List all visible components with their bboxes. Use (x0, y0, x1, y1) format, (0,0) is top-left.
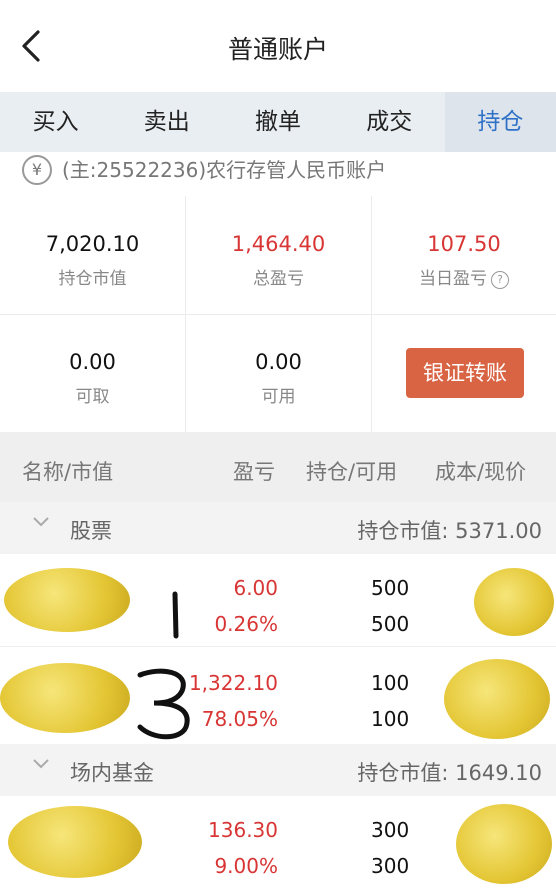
row-position: 300 (371, 818, 410, 842)
column-pl[interactable]: 盈亏 (233, 456, 275, 486)
today-pl-value: 107.50 (427, 232, 501, 256)
row-pl-percent: 78.05% (201, 707, 278, 731)
total-pl-stat: 1,464.40 总盈亏 (186, 232, 371, 289)
positions-table-header: 名称/市值 盈亏 持仓/可用 成本/现价 (0, 432, 556, 502)
market-value-stat: 7,020.10 持仓市值 (0, 232, 185, 289)
row-pl: 136.30 (208, 818, 278, 842)
yen-currency-icon: ¥ (22, 155, 52, 185)
row-position: 100 (371, 671, 410, 695)
tab-sell[interactable]: 卖出 (111, 92, 222, 152)
available-value: 0.00 (255, 350, 302, 374)
available-stat: 0.00 可用 (186, 350, 371, 407)
account-selector[interactable]: ¥ (主:25522236)农行存管人民币账户 (0, 152, 556, 196)
chevron-down-icon (33, 517, 49, 527)
help-icon[interactable]: ? (491, 271, 509, 289)
chevron-down-icon (33, 759, 49, 769)
page-title: 普通账户 (227, 35, 328, 64)
withdrawable-stat: 0.00 可取 (0, 350, 185, 407)
position-row[interactable]: 1,322.10 78.05% 100 100 (0, 647, 556, 743)
row-pl-percent: 0.26% (214, 612, 278, 636)
column-name-value[interactable]: 名称/市值 (22, 456, 113, 486)
position-row[interactable]: 6.00 0.26% 500 500 (0, 554, 556, 646)
withdrawable-value: 0.00 (69, 350, 116, 374)
redacted-cost-price (474, 568, 554, 636)
column-cost-price[interactable]: 成本/现价 (435, 456, 526, 486)
column-position-available[interactable]: 持仓/可用 (306, 456, 397, 486)
row-available: 500 (371, 612, 410, 636)
row-position: 500 (371, 576, 410, 600)
redacted-stock-name (4, 568, 130, 632)
market-value: 7,020.10 (45, 232, 140, 256)
tab-trades[interactable]: 成交 (334, 92, 445, 152)
account-label: (主:25522236)农行存管人民币账户 (62, 158, 387, 182)
group-header-funds[interactable]: 场内基金 持仓市值: 1649.10 (0, 744, 556, 796)
today-pl-stat: 107.50 当日盈亏? (372, 232, 556, 289)
withdrawable-label: 可取 (75, 387, 110, 407)
available-label: 可用 (261, 387, 296, 407)
today-pl-label-wrap: 当日盈亏? (372, 264, 556, 289)
group-name: 场内基金 (70, 761, 154, 785)
total-pl-value: 1,464.40 (231, 232, 326, 256)
redacted-stock-name (0, 663, 130, 733)
position-row[interactable]: 136.30 9.00% 300 300 (0, 796, 556, 890)
total-pl-label: 总盈亏 (253, 269, 304, 289)
top-bar: 普通账户 (0, 0, 556, 92)
group-market-value: 持仓市值: 1649.10 (357, 761, 542, 785)
tab-cancel-order[interactable]: 撤单 (222, 92, 333, 152)
today-pl-label: 当日盈亏 (419, 269, 487, 289)
row-pl-percent: 9.00% (214, 854, 278, 878)
handwritten-mark-1 (172, 591, 179, 639)
row-available: 100 (371, 707, 410, 731)
tab-positions[interactable]: 持仓 (444, 92, 556, 152)
bank-securities-transfer-button[interactable]: 银证转账 (406, 348, 524, 398)
row-pl: 1,322.10 (188, 671, 278, 695)
row-available: 300 (371, 854, 410, 878)
account-summary: 7,020.10 持仓市值 1,464.40 总盈亏 107.50 当日盈亏? … (0, 196, 556, 432)
tab-buy[interactable]: 买入 (0, 92, 111, 152)
group-header-stocks[interactable]: 股票 持仓市值: 5371.00 (0, 502, 556, 554)
row-pl: 6.00 (233, 576, 278, 600)
group-name: 股票 (70, 519, 112, 543)
tab-bar: 买入 卖出 撤单 成交 持仓 (0, 92, 556, 152)
group-market-value: 持仓市值: 5371.00 (357, 519, 542, 543)
redacted-fund-name (8, 806, 142, 878)
divider (0, 314, 556, 315)
redacted-cost-price (444, 659, 550, 739)
redacted-cost-price (456, 804, 552, 884)
market-value-label: 持仓市值 (58, 269, 127, 289)
